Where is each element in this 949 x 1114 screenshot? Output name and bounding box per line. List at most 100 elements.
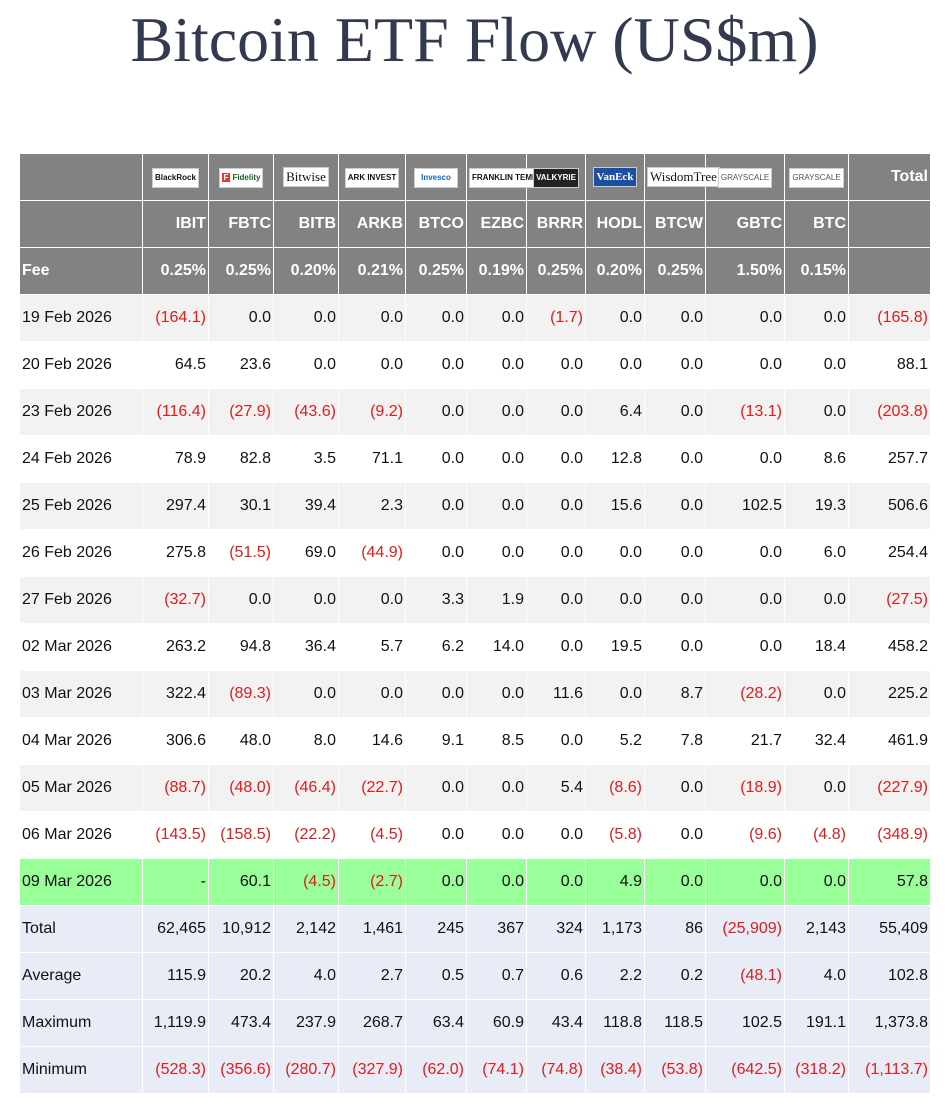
flow-cell: 0.0 (526, 435, 586, 483)
flow-cell: (1.7) (526, 294, 586, 342)
flow-cell: 0.0 (526, 529, 586, 577)
flow-cell: 2,142 (273, 905, 339, 953)
flow-cell: (22.2) (273, 811, 339, 859)
total-cell: 257.7 (848, 435, 931, 483)
issuer-logo-cell: GRAYSCALE (705, 153, 785, 201)
date-cell: 25 Feb 2026 (19, 482, 143, 530)
issuer-logo-row: BlackRock F Fidelity Bitwise ARK INVEST Inves… (19, 153, 931, 201)
flow-cell: 2.2 (585, 952, 645, 1000)
date-cell: 24 Feb 2026 (19, 435, 143, 483)
issuer-logo-icon: GRAYSCALE (789, 167, 844, 188)
date-cell: 26 Feb 2026 (19, 529, 143, 577)
flow-cell: (48.1) (705, 952, 785, 1000)
flow-cell: 11.6 (526, 670, 586, 718)
flow-cell: (164.1) (142, 294, 209, 342)
flow-cell: 0.0 (526, 482, 586, 530)
flow-cell: (62.0) (405, 1046, 467, 1094)
flow-cell: 14.6 (338, 717, 406, 765)
flow-cell: (4.5) (273, 858, 339, 906)
issuer-logo-cell: F Fidelity (208, 153, 274, 201)
table-row: 25 Feb 2026 297.4 30.1 39.4 2.3 0.0 0.0 0.0 15.6… (19, 482, 931, 530)
flow-cell: 2.3 (338, 482, 406, 530)
total-cell: 55,409 (848, 905, 931, 953)
flow-cell: 0.2 (644, 952, 706, 1000)
fee-cell: 1.50% (705, 247, 785, 295)
flow-cell: 306.6 (142, 717, 209, 765)
flow-cell: (28.2) (705, 670, 785, 718)
flow-cell: 0.0 (705, 858, 785, 906)
flow-cell: 0.0 (466, 341, 527, 389)
flow-cell: 0.0 (466, 811, 527, 859)
flow-cell: 0.0 (585, 529, 645, 577)
table-row: 05 Mar 2026 (88.7) (48.0) (46.4) (22.7) 0.0 0.… (19, 764, 931, 812)
flow-cell: 0.0 (784, 858, 849, 906)
flow-cell: 6.4 (585, 388, 645, 436)
flow-cell: 4.0 (273, 952, 339, 1000)
flow-cell: (2.7) (338, 858, 406, 906)
ticker-header: BTCW (644, 200, 706, 248)
flow-cell: 0.0 (705, 341, 785, 389)
flow-cell: 7.8 (644, 717, 706, 765)
flow-cell: 6.0 (784, 529, 849, 577)
ticker-header: BTC (784, 200, 849, 248)
corner-cell (19, 153, 143, 201)
flow-cell: 60.9 (466, 999, 527, 1047)
flow-cell: 0.0 (405, 341, 467, 389)
flow-cell: 0.0 (705, 623, 785, 671)
ticker-header: ARKB (338, 200, 406, 248)
flow-cell: 191.1 (784, 999, 849, 1047)
flow-cell: 0.0 (405, 388, 467, 436)
flow-cell: (48.0) (208, 764, 274, 812)
flow-cell: (13.1) (705, 388, 785, 436)
flow-cell: 2.7 (338, 952, 406, 1000)
flow-cell: (4.5) (338, 811, 406, 859)
flow-cell: (51.5) (208, 529, 274, 577)
issuer-logo-icon: F Fidelity (218, 167, 264, 188)
flow-cell: 19.3 (784, 482, 849, 530)
flow-cell: 60.1 (208, 858, 274, 906)
flow-cell: (143.5) (142, 811, 209, 859)
issuer-logo-icon: VanEck (593, 167, 637, 187)
flow-cell: 4.0 (784, 952, 849, 1000)
flow-cell: (280.7) (273, 1046, 339, 1094)
table-row: Total 62,465 10,912 2,142 1,461 245 367 324 1,17… (19, 905, 931, 953)
flow-cell: 0.0 (644, 764, 706, 812)
flow-cell: 263.2 (142, 623, 209, 671)
fee-cell: 0.25% (526, 247, 586, 295)
flow-cell: (318.2) (784, 1046, 849, 1094)
date-cell: 03 Mar 2026 (19, 670, 143, 718)
flow-cell: 0.0 (784, 764, 849, 812)
flow-cell: (8.6) (585, 764, 645, 812)
flow-cell: 64.5 (142, 341, 209, 389)
flow-cell: (22.7) (338, 764, 406, 812)
flow-cell: 0.0 (405, 858, 467, 906)
flow-cell: 4.9 (585, 858, 645, 906)
fee-cell: 0.20% (585, 247, 645, 295)
ticker-header: FBTC (208, 200, 274, 248)
total-cell: (348.9) (848, 811, 931, 859)
flow-cell: 0.0 (466, 435, 527, 483)
fee-cell: 0.15% (784, 247, 849, 295)
summary-label: Maximum (19, 999, 143, 1047)
flow-cell: 71.1 (338, 435, 406, 483)
flow-cell: 0.0 (705, 435, 785, 483)
flow-cell: 8.0 (273, 717, 339, 765)
flow-cell: 297.4 (142, 482, 209, 530)
flow-cell: 3.5 (273, 435, 339, 483)
ticker-row: IBIT FBTC BITB ARKB BTCO EZBC BRRR HODL BTCW GBTC… (19, 200, 931, 248)
date-cell: 27 Feb 2026 (19, 576, 143, 624)
flow-cell: 0.0 (644, 388, 706, 436)
total-cell: (27.5) (848, 576, 931, 624)
page-title: Bitcoin ETF Flow (US$m) (130, 4, 819, 75)
flow-cell: (116.4) (142, 388, 209, 436)
flow-cell: 0.0 (405, 435, 467, 483)
flow-cell: 0.0 (405, 529, 467, 577)
flow-cell: 0.0 (784, 576, 849, 624)
table-row: 04 Mar 2026 306.6 48.0 8.0 14.6 9.1 8.5 0.0 5.2 7… (19, 717, 931, 765)
flow-cell: 1,461 (338, 905, 406, 953)
flow-cell: 0.0 (705, 294, 785, 342)
flow-cell: 473.4 (208, 999, 274, 1047)
flow-cell: 0.0 (338, 576, 406, 624)
flow-cell: 0.0 (644, 529, 706, 577)
flow-cell: 324 (526, 905, 586, 953)
